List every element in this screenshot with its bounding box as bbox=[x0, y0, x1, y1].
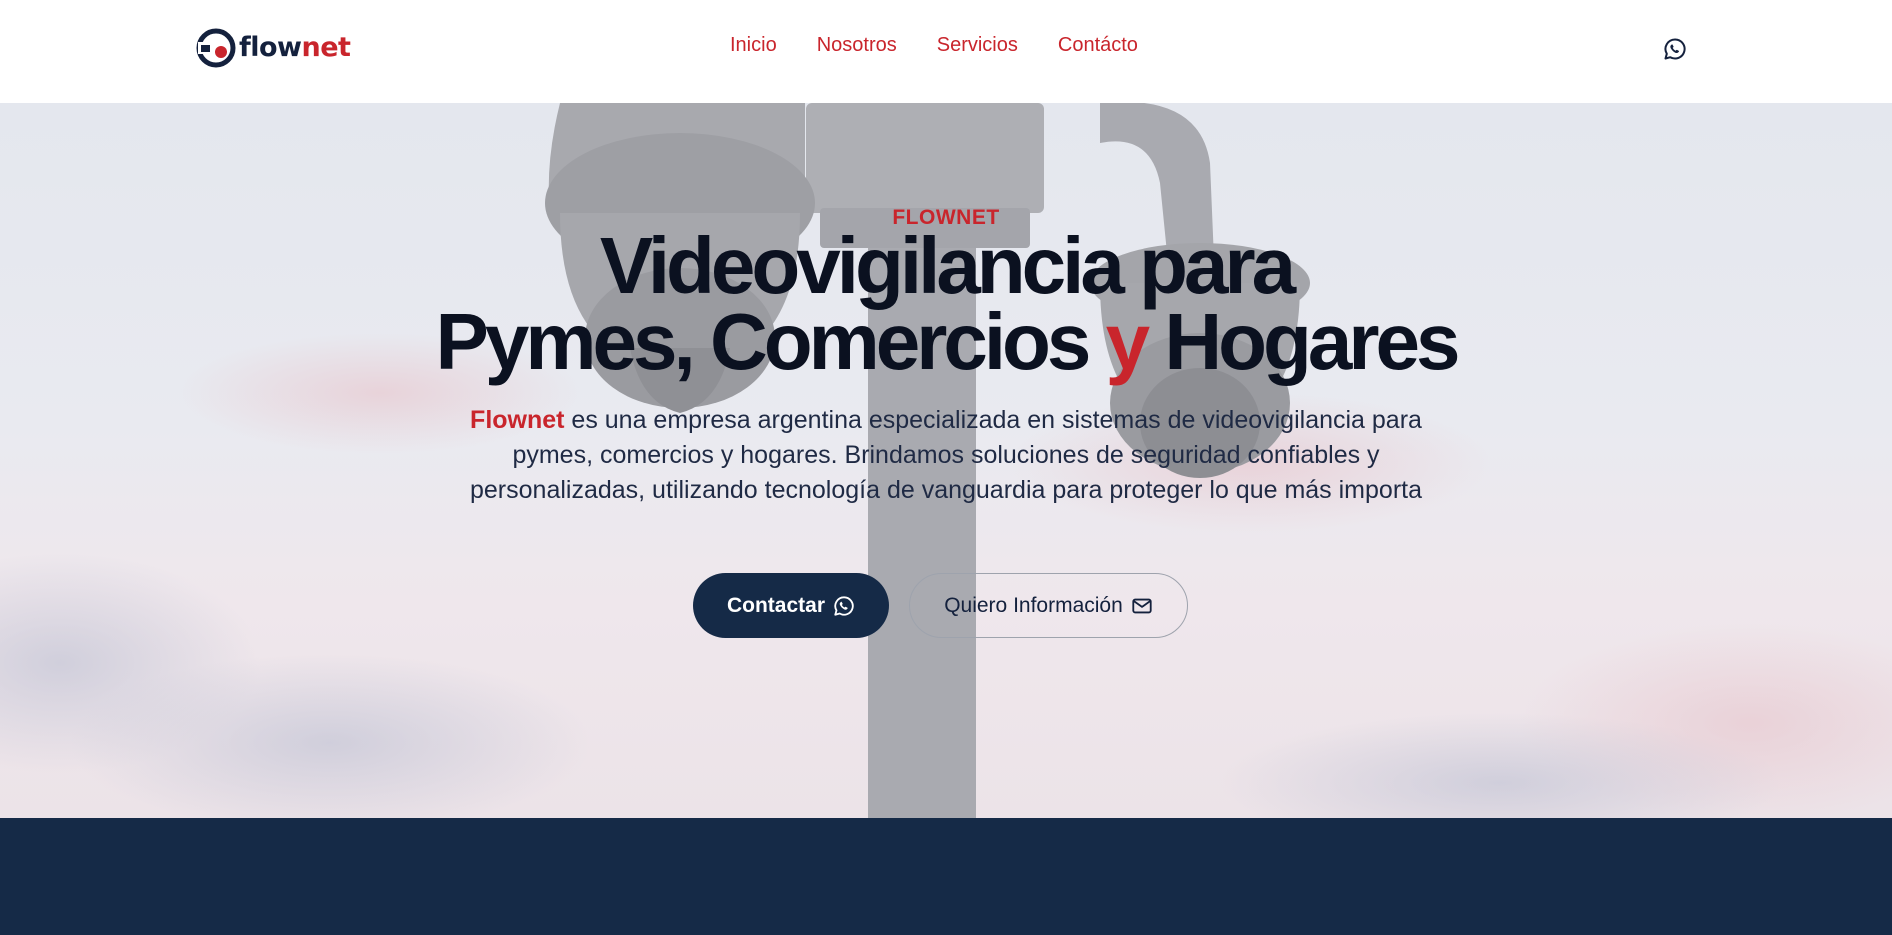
navbar: flownet Inicio Nosotros Servicios Contác… bbox=[0, 0, 1892, 103]
nav-link-servicios[interactable]: Servicios bbox=[937, 34, 1018, 57]
main-nav: Inicio Nosotros Servicios Contácto bbox=[730, 34, 1178, 57]
next-section-band bbox=[0, 818, 1892, 935]
quiero-informacion-button[interactable]: Quiero Información bbox=[909, 573, 1188, 638]
nav-link-nosotros[interactable]: Nosotros bbox=[817, 34, 897, 57]
description-text: es una empresa argentina especializada e… bbox=[470, 406, 1422, 504]
whatsapp-icon[interactable] bbox=[1663, 37, 1687, 61]
camera-logo-icon bbox=[196, 28, 236, 68]
logo-text-net: net bbox=[301, 31, 351, 63]
logo[interactable]: flownet bbox=[196, 28, 351, 68]
headline-accent: y bbox=[1105, 297, 1150, 386]
quiero-informacion-button-label: Quiero Información bbox=[944, 593, 1123, 617]
logo-text: flownet bbox=[239, 31, 351, 63]
hero-content: FLOWNET Videovigilancia para Pymes, Come… bbox=[0, 103, 1892, 818]
hero-description: Flownet es una empresa argentina especia… bbox=[456, 403, 1436, 508]
logo-text-flow: flow bbox=[239, 31, 302, 63]
hero-section: FLOWNET Videovigilancia para Pymes, Come… bbox=[0, 103, 1892, 818]
whatsapp-icon bbox=[833, 595, 855, 617]
hero-headline: Videovigilancia para Pymes, Comercios y … bbox=[0, 226, 1892, 382]
contactar-button[interactable]: Contactar bbox=[693, 573, 889, 638]
nav-link-contacto[interactable]: Contácto bbox=[1058, 34, 1138, 57]
contactar-button-label: Contactar bbox=[726, 593, 826, 617]
headline-line-2-b: Hogares bbox=[1146, 297, 1460, 386]
description-brand: Flownet bbox=[470, 406, 565, 434]
headline-line-2-a: Pymes, Comercios bbox=[435, 297, 1106, 386]
mail-icon bbox=[1131, 595, 1153, 617]
nav-link-inicio[interactable]: Inicio bbox=[730, 34, 777, 57]
